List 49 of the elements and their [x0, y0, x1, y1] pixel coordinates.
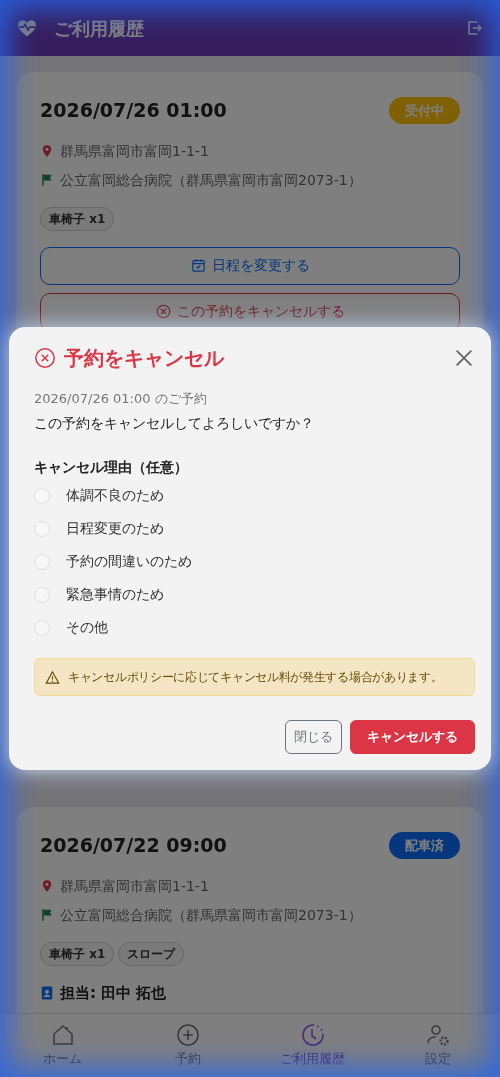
warning-text: キャンセルポリシーに応じてキャンセル料が発生する場合があります。: [68, 669, 443, 686]
status-badge: 配車済: [389, 831, 460, 859]
driver-name: 担当: 田中 拓也: [60, 982, 167, 1004]
radio-button[interactable]: [34, 487, 50, 504]
close-button[interactable]: [453, 347, 475, 369]
warning-icon: [45, 669, 60, 685]
plus-circle-icon: [175, 1022, 200, 1047]
nav-tab[interactable]: ご利用履歴: [250, 1014, 375, 1077]
radio-label: 予約の間違いのため: [66, 552, 192, 571]
clock-icon: [300, 1022, 325, 1047]
radio-label: 体調不良のため: [66, 486, 164, 505]
confirm-cancel-button[interactable]: キャンセルする: [350, 720, 475, 754]
calendar-icon: [190, 258, 206, 273]
booking-reference: 2026/07/26 01:00 のご予約: [34, 390, 208, 408]
close-icon: [453, 347, 475, 369]
destination-address: 公立富岡総合病院（群馬県富岡市富岡2073-1）: [60, 905, 362, 925]
equipment-tag: スロープ: [118, 941, 185, 966]
radio-label: その他: [66, 618, 108, 637]
pickup-address: 群馬県富岡市富岡1-1-1: [60, 876, 209, 896]
equipment-tag: 車椅子 x1: [40, 206, 115, 231]
radio-button[interactable]: [34, 619, 50, 636]
heart-pulse-icon: [16, 17, 38, 39]
booking-datetime: 2026/07/22 09:00: [40, 833, 227, 858]
pickup-address: 群馬県富岡市富岡1-1-1: [60, 141, 209, 161]
circle-x-icon: [155, 304, 171, 319]
map-pin-icon: [40, 878, 54, 894]
close-dialog-button[interactable]: 閉じる: [285, 720, 342, 754]
reschedule-button[interactable]: 日程を変更する: [40, 246, 460, 285]
equipment-tag: 車椅子 x1: [40, 941, 115, 966]
home-icon: [50, 1022, 75, 1047]
reason-label: キャンセル理由（任意）: [34, 457, 189, 477]
destination-address: 公立富岡総合病院（群馬県富岡市富岡2073-1）: [60, 170, 362, 190]
booking-datetime: 2026/07/26 01:00: [40, 98, 227, 123]
id-badge-icon: [40, 984, 54, 1001]
confirm-question: この予約をキャンセルしてよろしいですか？: [34, 413, 315, 433]
radio-label: 緊急事情のため: [66, 585, 164, 604]
flag-icon: [40, 172, 54, 188]
radio-button[interactable]: [34, 553, 50, 570]
circle-x-icon: [34, 347, 56, 369]
map-pin-icon: [40, 143, 54, 159]
radio-button[interactable]: [34, 586, 50, 603]
user-gear-icon: [425, 1022, 450, 1047]
flag-icon: [40, 907, 54, 923]
dialog-title: 予約をキャンセル: [64, 345, 224, 372]
page-title: ご利用履歴: [54, 16, 144, 41]
radio-label: 日程変更のため: [66, 519, 164, 538]
status-badge: 受付中: [389, 96, 460, 124]
logout-icon[interactable]: [466, 19, 484, 37]
radio-button[interactable]: [34, 520, 50, 537]
